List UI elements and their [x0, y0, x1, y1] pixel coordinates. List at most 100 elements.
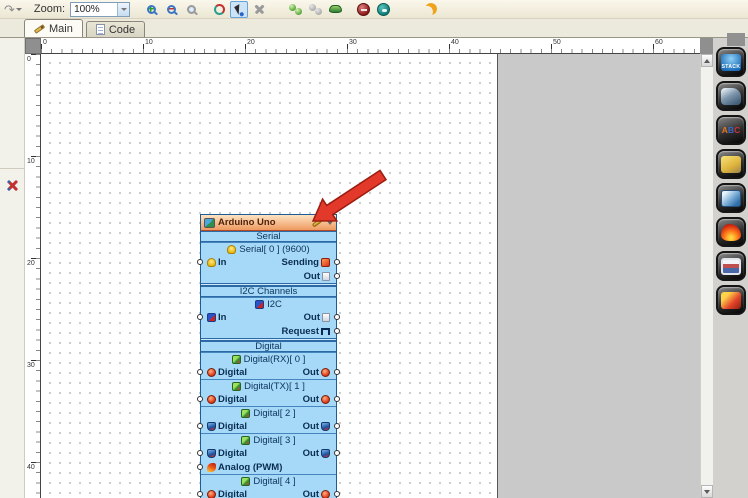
- chevron-down-icon[interactable]: [327, 220, 333, 225]
- pin-connector[interactable]: [197, 491, 203, 497]
- channel-title: Digital(TX)[ 1 ]: [201, 379, 336, 392]
- abc-category-button[interactable]: ABC: [716, 115, 746, 145]
- pin-connector[interactable]: [197, 464, 203, 470]
- hat-icon: [321, 421, 330, 431]
- pin-connector[interactable]: [197, 423, 203, 429]
- zoom-in-icon[interactable]: [142, 1, 160, 18]
- scroll-down-button[interactable]: [701, 485, 713, 498]
- redo-button[interactable]: ↷: [4, 3, 22, 16]
- pin-connector[interactable]: [334, 450, 340, 456]
- green-balls-disabled-icon[interactable]: [306, 1, 324, 18]
- displays-category-button[interactable]: [716, 183, 746, 213]
- banana-icon[interactable]: [422, 1, 440, 18]
- displays-icon: [721, 189, 741, 207]
- page-icon: [322, 312, 330, 322]
- abc-icon: ABC: [721, 125, 741, 135]
- wire-pointer-icon[interactable]: [230, 0, 249, 18]
- block-title: Arduino Uno: [218, 217, 276, 228]
- lamp-icon: [207, 257, 216, 267]
- send-icon: [321, 257, 330, 267]
- pin-row: Request: [201, 324, 340, 338]
- tools-category-button[interactable]: [716, 285, 746, 315]
- zoom-value: 100%: [74, 3, 100, 15]
- pin-connector[interactable]: [334, 328, 340, 334]
- zoom-select[interactable]: 100%: [70, 1, 131, 17]
- i2c-icon: [207, 312, 216, 322]
- pin-row: In Sending: [197, 255, 340, 269]
- channel-title: Serial[ 0 ] (9600): [201, 242, 336, 255]
- ruler-number: 50: [553, 39, 561, 46]
- pin-connector[interactable]: [334, 259, 340, 265]
- tab-main-label: Main: [49, 22, 73, 35]
- refresh-arrows-icon[interactable]: [210, 1, 228, 18]
- pin-connector[interactable]: [197, 450, 203, 456]
- zoom-label: Zoom:: [33, 3, 66, 15]
- pulse-icon: [321, 327, 330, 335]
- lamp-icon: [227, 244, 237, 254]
- ruler-number: 20: [247, 39, 255, 46]
- zoom-original-icon[interactable]: [182, 1, 200, 18]
- pin-connector[interactable]: [334, 369, 340, 375]
- hat-icon: [321, 448, 330, 458]
- pin-row: Digital Out: [197, 487, 340, 498]
- photo-category-button[interactable]: [716, 251, 746, 281]
- dig-icon: [321, 489, 330, 498]
- chan-icon: [241, 476, 251, 486]
- cheese-category-button[interactable]: [716, 149, 746, 179]
- arduino-uno-block[interactable]: Arduino Uno Serial Serial[ 0 ] (9600) In Se…: [197, 214, 340, 498]
- ruler-number: 40: [451, 39, 459, 46]
- channel-title: Digital[ 3 ]: [201, 433, 336, 446]
- dark-red-circle-icon[interactable]: [354, 1, 372, 18]
- ruler-number: 0: [27, 56, 31, 63]
- delete-tool-button[interactable]: [3, 176, 22, 194]
- dig-icon: [321, 394, 330, 404]
- pin-connector[interactable]: [197, 259, 203, 265]
- left-panel: [0, 38, 25, 498]
- scroll-up-button[interactable]: [701, 54, 713, 67]
- pin-row: Digital Out: [197, 419, 340, 433]
- green-balls-icon[interactable]: [286, 1, 304, 18]
- design-canvas[interactable]: Arduino Uno Serial Serial[ 0 ] (9600) In Se…: [41, 54, 700, 498]
- green-hat-icon[interactable]: [326, 1, 344, 18]
- pin-connector[interactable]: [334, 423, 340, 429]
- tab-code-label: Code: [108, 23, 136, 36]
- pin-connector[interactable]: [197, 314, 203, 320]
- teal-circle-icon[interactable]: [374, 1, 392, 18]
- horizontal-ruler: 0 10 20 30 40 50 60: [41, 38, 700, 54]
- pin-connector[interactable]: [334, 273, 340, 279]
- ruler-number: 30: [27, 362, 35, 369]
- ruler-number: 30: [349, 39, 357, 46]
- pencil-icon: [33, 23, 46, 34]
- wrench-icon[interactable]: [311, 217, 323, 228]
- faucet-category-button[interactable]: [716, 81, 746, 111]
- zoom-dropdown-button[interactable]: [117, 2, 130, 16]
- tab-main[interactable]: Main: [24, 19, 83, 37]
- redo-dropdown-icon[interactable]: [15, 7, 22, 11]
- code-file-icon: [95, 24, 105, 35]
- pin-connector[interactable]: [334, 314, 340, 320]
- hat-icon: [207, 448, 216, 458]
- photo-icon: [721, 257, 741, 275]
- vertical-scrollbar[interactable]: [700, 54, 713, 498]
- pin-connector[interactable]: [197, 369, 203, 375]
- pin-connector[interactable]: [334, 396, 340, 402]
- ruler-number: 40: [27, 464, 35, 471]
- ruler-number: 10: [145, 39, 153, 46]
- triangle-up-icon: [704, 58, 710, 63]
- zoom-out-icon[interactable]: [162, 1, 180, 18]
- document-tabbar: Main Code: [0, 19, 748, 38]
- block-header[interactable]: Arduino Uno: [201, 215, 336, 231]
- tab-code[interactable]: Code: [85, 21, 146, 37]
- pin-connector[interactable]: [197, 396, 203, 402]
- delete-x-icon[interactable]: [250, 1, 268, 18]
- component-toolbox: STACK A B C: [713, 38, 748, 498]
- pin-connector[interactable]: [334, 491, 340, 497]
- chan-icon: [232, 381, 242, 391]
- stack-category-button[interactable]: STACK: [716, 47, 746, 77]
- ruler-number: 0: [43, 39, 47, 46]
- chan-icon: [241, 408, 251, 418]
- fire-category-button[interactable]: [716, 217, 746, 247]
- dig-icon: [321, 367, 330, 377]
- hat-icon: [207, 421, 216, 431]
- left-panel-divider: [0, 168, 24, 169]
